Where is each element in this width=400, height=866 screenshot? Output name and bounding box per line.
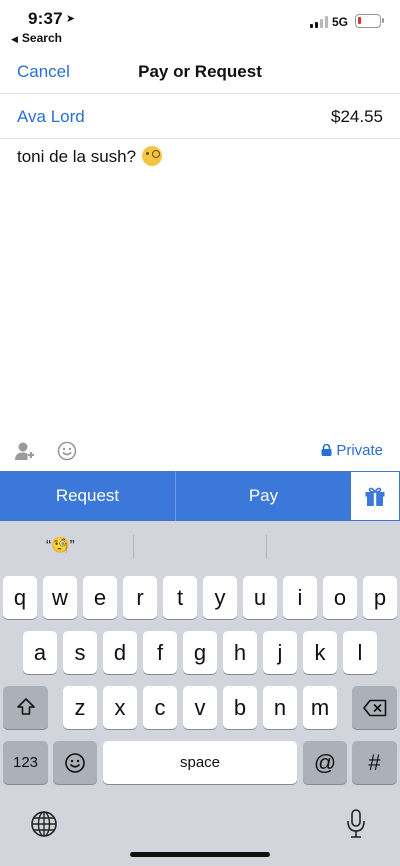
shift-arrow-icon — [16, 698, 35, 715]
key-q[interactable]: q — [3, 576, 37, 619]
key-i[interactable]: i — [283, 576, 317, 619]
recipient-row[interactable]: Ava Lord $24.55 — [0, 95, 400, 139]
numbers-key[interactable]: 123 — [3, 741, 48, 784]
delete-icon — [362, 699, 386, 717]
back-app-label: Search — [21, 31, 62, 45]
suggestion-3[interactable] — [278, 536, 388, 558]
time-text: 9:37 — [28, 9, 63, 28]
key-p[interactable]: p — [363, 576, 397, 619]
key-h[interactable]: h — [223, 631, 257, 674]
key-l[interactable]: l — [343, 631, 377, 674]
emoji-face-icon — [65, 753, 85, 773]
network-type: 5G — [332, 15, 349, 29]
at-key[interactable]: @ — [303, 741, 347, 784]
action-bar: Request Pay — [0, 471, 400, 521]
key-j[interactable]: j — [263, 631, 297, 674]
lock-icon — [321, 443, 332, 456]
suggestion-bar: “🧐” — [0, 521, 400, 571]
options-row: Private — [0, 436, 400, 468]
monocle-face-emoji-icon — [142, 146, 163, 166]
key-e[interactable]: e — [83, 576, 117, 619]
key-f[interactable]: f — [143, 631, 177, 674]
emoji-key[interactable] — [53, 741, 97, 784]
key-b[interactable]: b — [223, 686, 257, 729]
note-field[interactable]: toni de la sush? — [17, 146, 163, 167]
status-time: 9:37 ➤ — [28, 9, 75, 29]
pay-button[interactable]: Pay — [176, 471, 351, 521]
key-a[interactable]: a — [23, 631, 57, 674]
key-d[interactable]: d — [103, 631, 137, 674]
request-button[interactable]: Request — [0, 471, 176, 521]
nav-bar: Pay or Request Cancel — [0, 50, 400, 94]
key-n[interactable]: n — [263, 686, 297, 729]
globe-icon[interactable] — [30, 810, 58, 838]
key-o[interactable]: o — [323, 576, 357, 619]
back-triangle-icon: ◀ — [11, 34, 18, 44]
key-w[interactable]: w — [43, 576, 77, 619]
key-c[interactable]: c — [143, 686, 177, 729]
keyboard: “🧐” q w e r t y u i o p a s d f g h j k … — [0, 521, 400, 866]
key-g[interactable]: g — [183, 631, 217, 674]
emoji-picker-icon[interactable] — [56, 440, 78, 462]
key-m[interactable]: m — [303, 686, 337, 729]
location-arrow-icon: ➤ — [65, 13, 76, 25]
recipient-name[interactable]: Ava Lord — [17, 107, 85, 127]
suggestion-divider — [133, 535, 134, 559]
gift-icon — [365, 487, 385, 506]
key-k[interactable]: k — [303, 631, 337, 674]
key-y[interactable]: y — [203, 576, 237, 619]
key-z[interactable]: z — [63, 686, 97, 729]
suggestion-2[interactable] — [145, 536, 255, 558]
key-s[interactable]: s — [63, 631, 97, 674]
space-key[interactable]: space — [103, 741, 297, 784]
key-u[interactable]: u — [243, 576, 277, 619]
back-to-app-link[interactable]: ◀ Search — [11, 31, 62, 45]
home-indicator[interactable] — [130, 852, 270, 857]
suggestion-divider — [266, 535, 267, 559]
hash-key[interactable]: # — [352, 741, 397, 784]
gift-button[interactable] — [351, 472, 399, 520]
cancel-button[interactable]: Cancel — [17, 62, 70, 82]
privacy-toggle[interactable]: Private — [321, 442, 383, 459]
note-text: toni de la sush? — [17, 147, 137, 166]
key-v[interactable]: v — [183, 686, 217, 729]
battery-icon — [355, 14, 384, 28]
key-x[interactable]: x — [103, 686, 137, 729]
microphone-icon[interactable] — [345, 808, 367, 840]
status-bar: 9:37 ➤ ◀ Search 5G — [0, 0, 400, 50]
suggestion-1[interactable]: “🧐” — [46, 536, 75, 554]
key-r[interactable]: r — [123, 576, 157, 619]
privacy-label: Private — [336, 442, 383, 459]
add-person-icon[interactable] — [13, 440, 35, 462]
amount-field[interactable]: $24.55 — [331, 107, 383, 127]
backspace-key[interactable] — [352, 686, 397, 729]
cell-signal-icon — [310, 16, 328, 28]
key-t[interactable]: t — [163, 576, 197, 619]
shift-key[interactable] — [3, 686, 48, 729]
